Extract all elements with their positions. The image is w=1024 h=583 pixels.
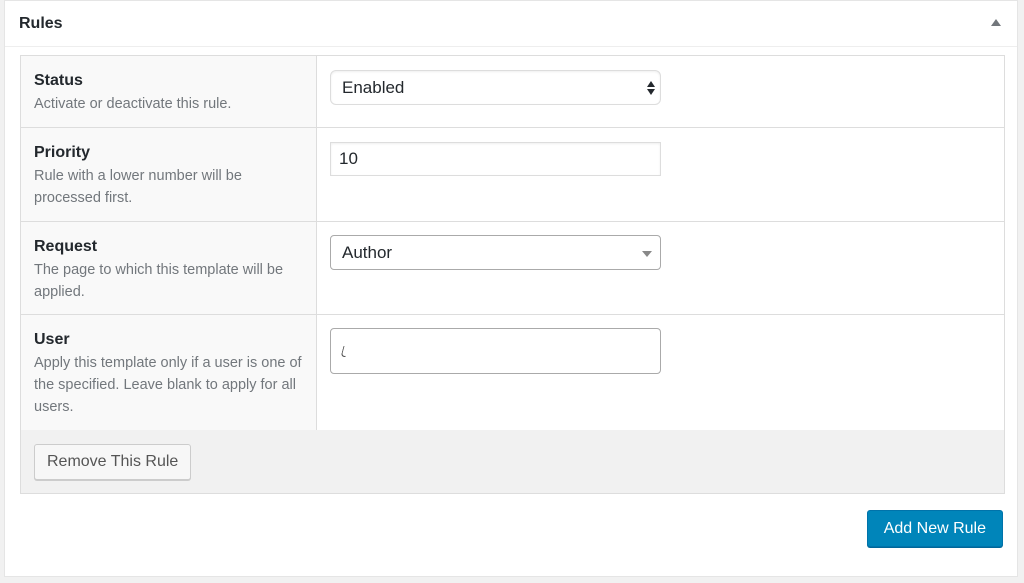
request-description: The page to which this template will be … bbox=[34, 262, 284, 300]
status-select[interactable]: Enabled bbox=[330, 70, 661, 105]
add-new-rule-button[interactable]: Add New Rule bbox=[866, 510, 1003, 547]
request-dropdown-value: Author bbox=[342, 243, 393, 262]
priority-input[interactable]: 10 bbox=[330, 142, 661, 176]
status-select-value: Enabled bbox=[342, 78, 405, 97]
value-cell: Enabled bbox=[317, 56, 1004, 127]
user-description: Apply this template only if a user is on… bbox=[34, 355, 302, 415]
value-cell: 10 bbox=[317, 128, 1004, 221]
priority-input-value: 10 bbox=[339, 149, 358, 168]
priority-description: Rule with a lower number will be process… bbox=[34, 168, 242, 206]
rule-row-user: User Apply this template only if a user … bbox=[21, 315, 1004, 432]
rules-table: Status Activate or deactivate this rule.… bbox=[20, 55, 1005, 494]
rule-row-priority: Priority Rule with a lower number will b… bbox=[21, 128, 1004, 222]
label-cell: User Apply this template only if a user … bbox=[21, 315, 317, 431]
rule-row-status: Status Activate or deactivate this rule.… bbox=[21, 56, 1004, 128]
panel-header: Rules bbox=[5, 1, 1017, 47]
triangle-up-icon[interactable] bbox=[991, 19, 1001, 26]
label-cell: Status Activate or deactivate this rule. bbox=[21, 56, 317, 127]
status-description: Activate or deactivate this rule. bbox=[34, 96, 232, 112]
chevron-down-icon bbox=[642, 251, 652, 257]
label-cell: Request The page to which this template … bbox=[21, 222, 317, 314]
rules-panel: Rules Status Activate or deactivate this… bbox=[4, 0, 1018, 577]
label-cell: Priority Rule with a lower number will b… bbox=[21, 128, 317, 221]
value-cell: Author bbox=[317, 222, 1004, 314]
rule-row-request: Request The page to which this template … bbox=[21, 222, 1004, 315]
user-multiselect-input[interactable] bbox=[330, 328, 661, 374]
updown-arrows-icon bbox=[647, 80, 655, 96]
value-cell bbox=[317, 315, 1004, 431]
priority-label: Priority bbox=[34, 144, 91, 161]
request-label: Request bbox=[34, 238, 98, 255]
request-dropdown[interactable]: Author bbox=[330, 235, 661, 270]
text-caret-icon bbox=[340, 346, 349, 357]
panel-title: Rules bbox=[19, 15, 63, 32]
remove-rule-button[interactable]: Remove This Rule bbox=[34, 444, 192, 480]
status-label: Status bbox=[34, 72, 83, 89]
user-label: User bbox=[34, 331, 70, 348]
rule-actions-row: Remove This Rule bbox=[21, 430, 1004, 493]
